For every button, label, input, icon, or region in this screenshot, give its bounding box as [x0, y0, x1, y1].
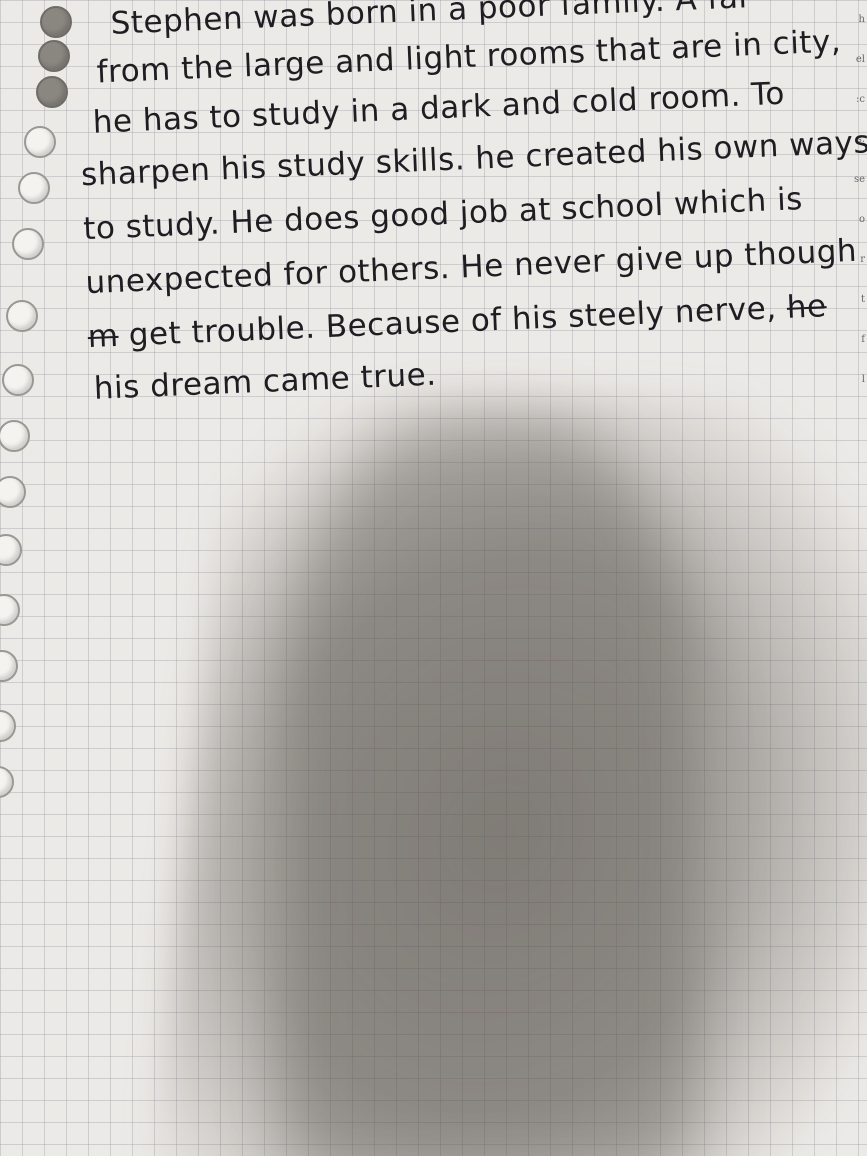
binder-hole [2, 364, 34, 396]
hand-shadow-core [280, 420, 700, 1156]
binder-hole [40, 6, 72, 38]
binder-hole [24, 126, 56, 158]
binder-hole [0, 420, 30, 452]
text-line-7: m get trouble. Because of his steely ner… [87, 288, 827, 355]
binder-hole [0, 534, 22, 566]
notebook-page: h el:c s. se o r t f l Stephen was born in a poo… [0, 0, 867, 1156]
text-line-5: to study. He does good job at school whi… [82, 181, 804, 248]
handwritten-paragraph: Stephen was born in a poor family. A far… [60, 0, 867, 407]
struck-word: he [786, 288, 828, 326]
struck-word: m [87, 317, 120, 356]
binder-hole [0, 766, 14, 798]
binder-holes [0, 0, 72, 1156]
binder-hole [0, 594, 20, 626]
binder-hole [38, 40, 70, 72]
next-page-edge: h el:c s. se o r t f l [853, 14, 865, 385]
binder-hole [6, 300, 38, 332]
binder-hole [0, 476, 26, 508]
binder-hole [0, 650, 18, 682]
text-line-7-body: get trouble. Because of his steely nerve… [128, 290, 778, 354]
binder-hole [0, 710, 16, 742]
binder-hole [12, 228, 44, 260]
binder-hole [36, 76, 68, 108]
binder-hole [18, 172, 50, 204]
